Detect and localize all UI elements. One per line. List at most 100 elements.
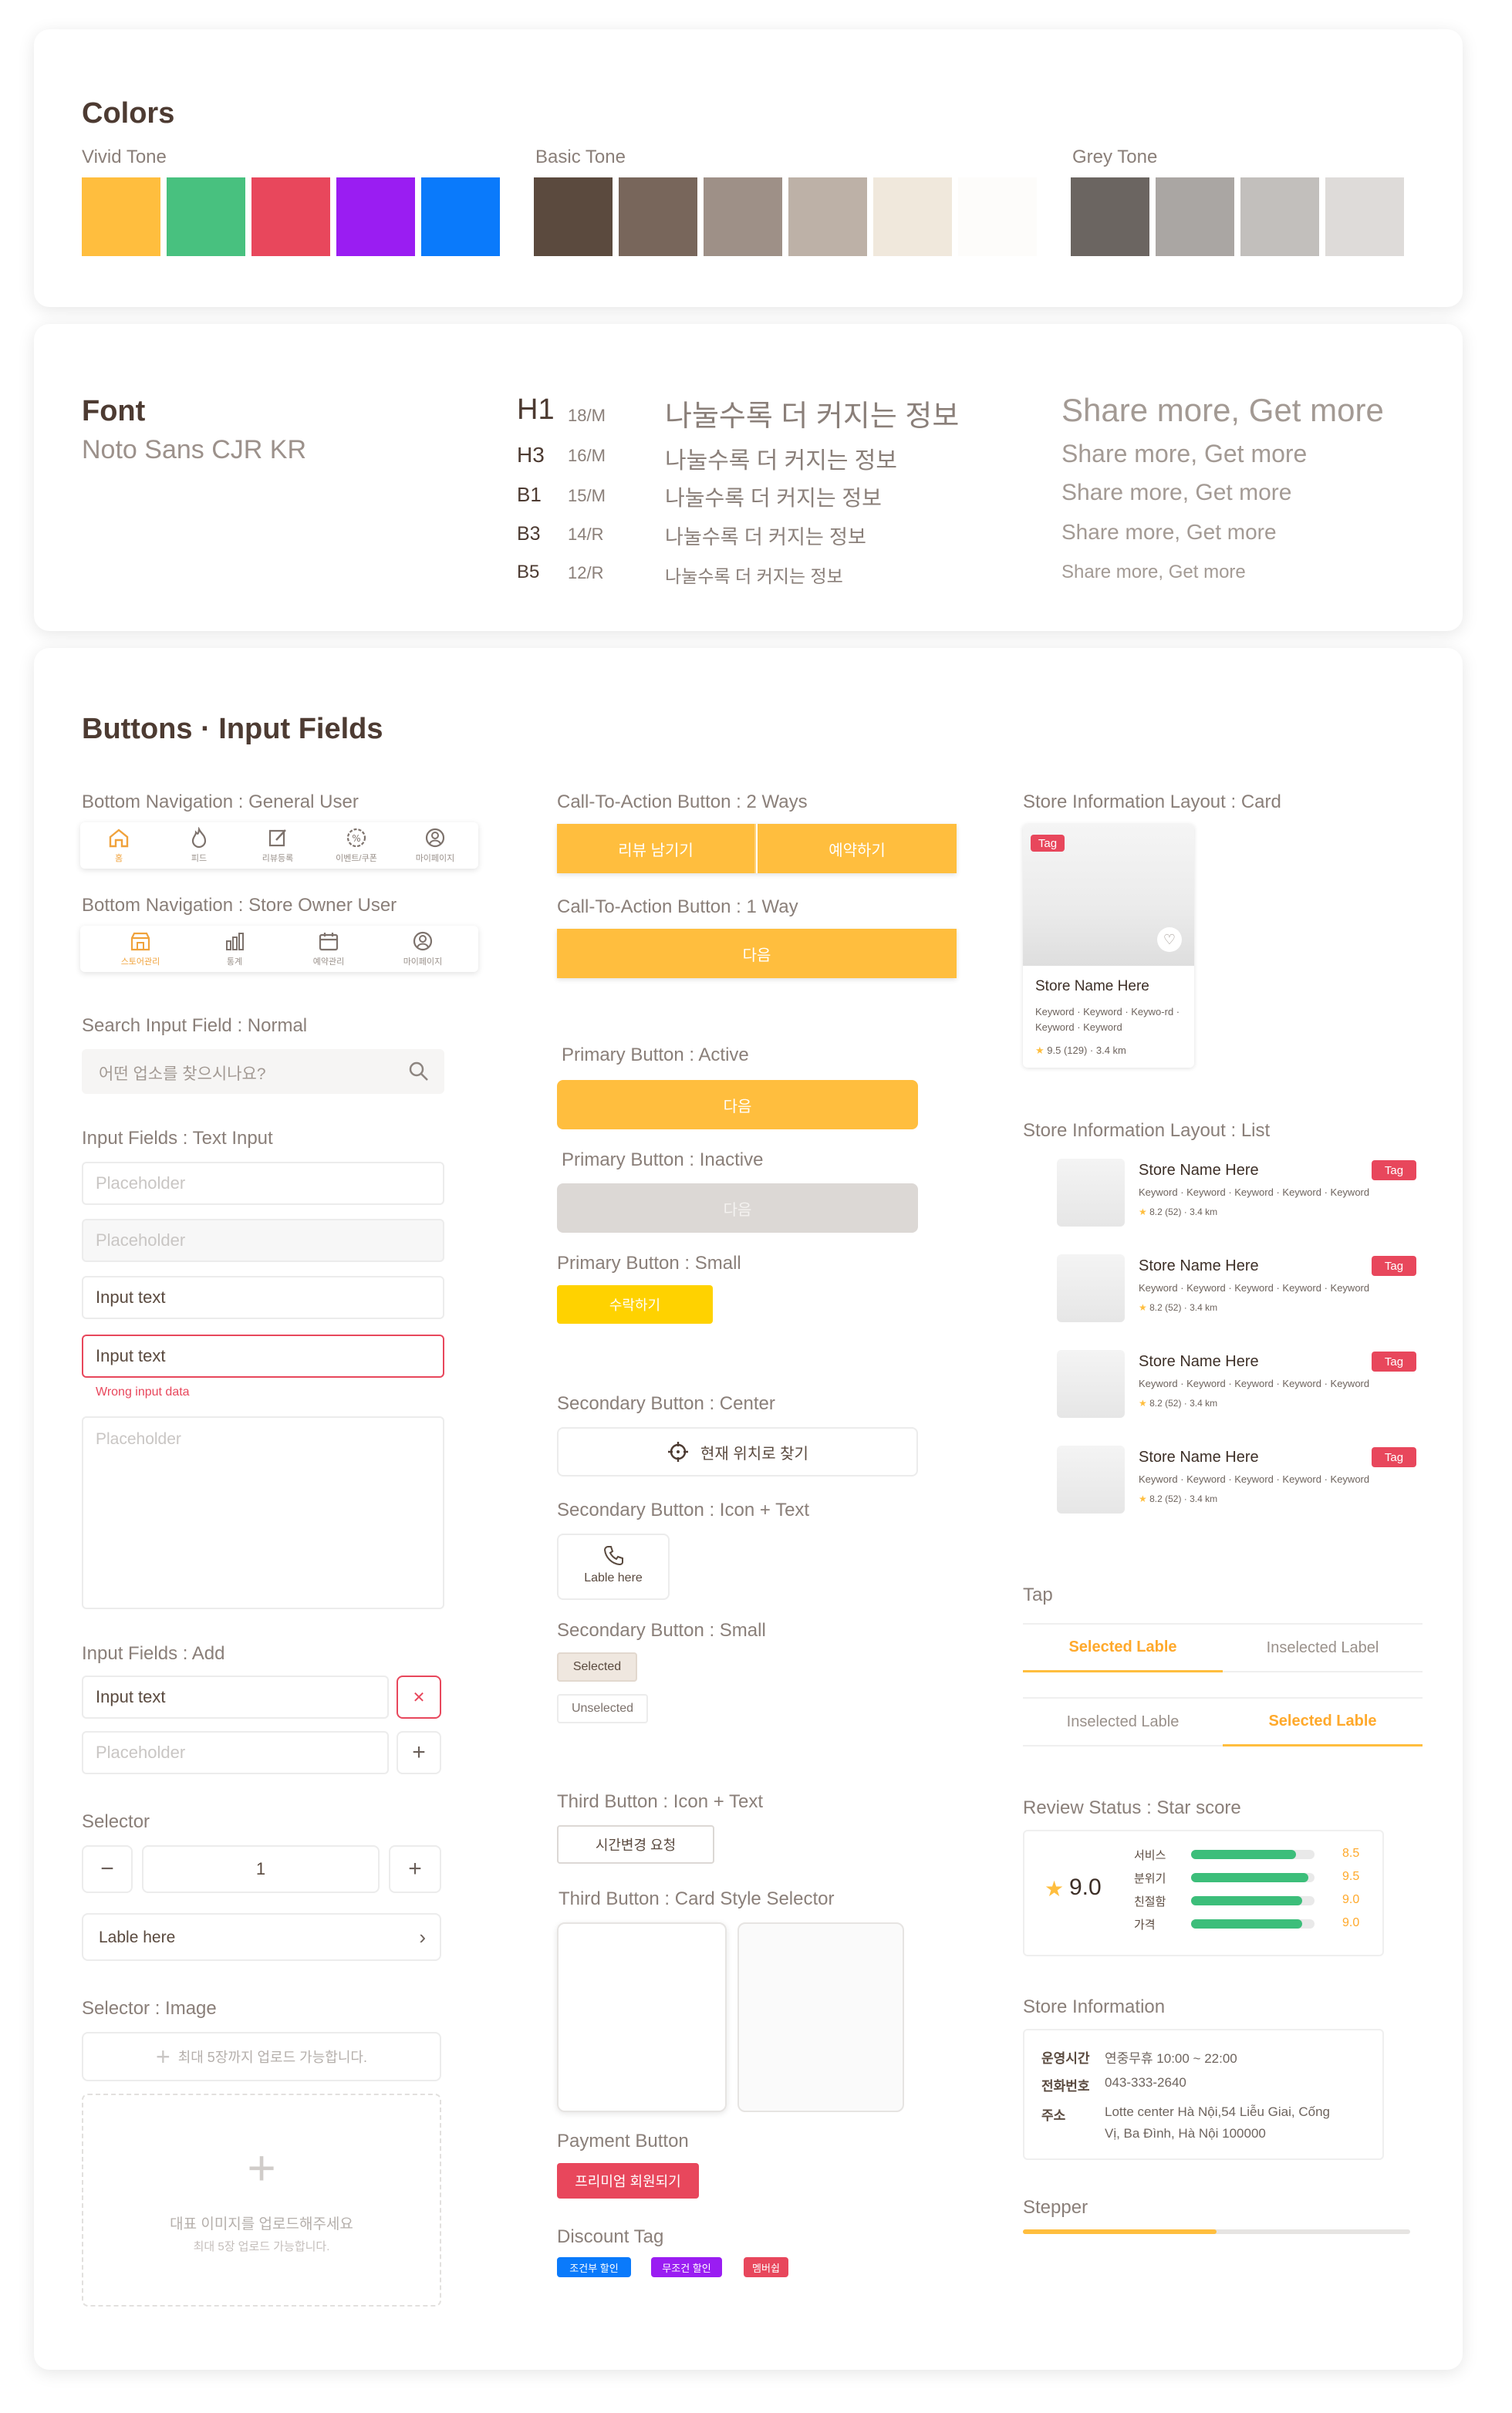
next-cta-button[interactable]: 다음 xyxy=(557,929,957,978)
primary-active-button[interactable]: 다음 xyxy=(557,1080,918,1129)
tag-badge: Tag xyxy=(1372,1256,1416,1276)
text-input-placeholder[interactable]: Placeholder xyxy=(82,1162,444,1205)
nav-item-home[interactable]: 홈 xyxy=(80,827,157,864)
text-input-error[interactable]: Input text xyxy=(82,1335,444,1378)
image-upload-main-text: 대표 이미지를 업로드해주세요 xyxy=(170,2216,353,2232)
user-icon xyxy=(413,931,433,951)
chevron-right-icon: › xyxy=(419,1925,426,1949)
store-list-item[interactable]: Store Name Here Tag Keyword · Keyword · Ke… xyxy=(1057,1348,1419,1419)
primary-inactive-button[interactable]: 다음 xyxy=(557,1183,918,1233)
review-score: 9.0 xyxy=(1069,1875,1102,1900)
store-keywords: Keyword · Keyword · Keywo-rd · Keyword ·… xyxy=(1035,1006,1180,1033)
store-name: Store Name Here xyxy=(1139,1353,1259,1370)
color-swatch-vivid xyxy=(82,177,160,256)
tag-badge: Tag xyxy=(1372,1352,1416,1372)
reserve-button[interactable]: 예약하기 xyxy=(758,824,957,873)
search-input[interactable]: 어떤 업소를 찾으시나요? xyxy=(82,1049,444,1094)
review-status-box: ★ 9.0 서비스 8.5 분위기 9.5 친절함 9.0 가격 9.0 xyxy=(1023,1830,1384,1956)
calendar-icon xyxy=(319,933,339,951)
color-swatch-grey xyxy=(1156,177,1234,256)
color-swatch-grey xyxy=(1325,177,1404,256)
selector-row[interactable]: Lable here › xyxy=(82,1913,441,1961)
store-list-item[interactable]: Store Name Here Tag Keyword · Keyword · Ke… xyxy=(1057,1444,1419,1515)
text-input-disabled[interactable]: Placeholder xyxy=(82,1219,444,1262)
nav-item-review[interactable]: 리뷰등록 xyxy=(239,827,316,864)
add-input-placeholder[interactable]: Placeholder xyxy=(82,1731,389,1774)
decrement-button[interactable]: − xyxy=(82,1845,133,1893)
nav-item-mypage[interactable]: 마이페이지 xyxy=(397,827,474,864)
add-label: Input Fields : Add xyxy=(82,1643,225,1664)
store-list-item[interactable]: Store Name Here Tag Keyword · Keyword · Ke… xyxy=(1057,1157,1419,1228)
cta1-label: Call-To-Action Button : 1 Way xyxy=(557,896,798,917)
basic-tone-label: Basic Tone xyxy=(535,147,626,167)
nav-item-feed[interactable]: 피드 xyxy=(160,827,238,864)
primary-active-label: Primary Button : Active xyxy=(562,1045,749,1065)
colors-card: Colors Vivid Tone Basic Tone Grey Tone xyxy=(34,29,1463,307)
color-swatch-vivid xyxy=(421,177,500,256)
font-spec: 14/R xyxy=(568,525,604,544)
nav-item-mypage-owner[interactable]: 마이페이지 xyxy=(384,930,461,967)
selected-chip[interactable]: Selected xyxy=(557,1652,637,1682)
call-icon-button[interactable]: Lable here xyxy=(557,1534,670,1600)
image-upload-large[interactable]: + 대표 이미지를 업로드해주세요 최대 5장 업로드 가능합니다. xyxy=(82,2094,441,2307)
search-icon[interactable] xyxy=(407,1060,430,1083)
textarea-input[interactable]: Placeholder xyxy=(82,1416,444,1609)
font-sample-ko: 나눌수록 더 커지는 정보 xyxy=(665,400,960,433)
store-rating-text: 8.2 (52) · 3.4 km xyxy=(1149,1206,1218,1217)
nav-item-event[interactable]: % 이벤트/쿠폰 xyxy=(318,827,395,864)
discount-tag: 조건부 할인 xyxy=(557,2257,631,2277)
store-card[interactable]: Tag ♡ Store Name Here Keyword · Keyword … xyxy=(1023,824,1194,1068)
tab-unselected[interactable]: Inselected Lable xyxy=(1023,1699,1223,1746)
nav-label: 예약관리 xyxy=(312,957,345,967)
selector-label: Selector xyxy=(82,1811,150,1832)
home-icon xyxy=(109,829,129,848)
minus-icon: − xyxy=(100,1856,114,1881)
store-icon xyxy=(130,932,150,951)
color-swatch-basic xyxy=(788,177,867,256)
hours-value: 연중무휴 10:00 ~ 22:00 xyxy=(1105,2051,1237,2066)
accept-small-button[interactable]: 수락하기 xyxy=(557,1285,713,1324)
tab-unselected[interactable]: Inselected Label xyxy=(1223,1625,1423,1672)
tab-selected[interactable]: Selected Lable xyxy=(1223,1699,1423,1746)
color-swatch-vivid xyxy=(167,177,245,256)
heart-icon[interactable]: ♡ xyxy=(1157,927,1182,952)
add-button[interactable]: + xyxy=(397,1731,441,1774)
time-change-button[interactable]: 시간변경 요청 xyxy=(557,1825,714,1864)
write-review-button[interactable]: 리뷰 남기기 xyxy=(557,824,756,873)
font-spec: 12/R xyxy=(568,563,604,582)
edit-icon xyxy=(268,829,286,847)
cta2-label: Call-To-Action Button : 2 Ways xyxy=(557,791,808,812)
store-rating-text: 9.5 (129) · 3.4 km xyxy=(1047,1045,1126,1056)
star-icon: ★ xyxy=(1045,1877,1065,1901)
store-thumbnail xyxy=(1057,1446,1125,1514)
current-location-button[interactable]: 현재 위치로 찾기 xyxy=(557,1427,918,1476)
nav-item-store[interactable]: 스토어관리 xyxy=(102,930,179,967)
review-bar-fill xyxy=(1191,1896,1302,1905)
add-input-filled[interactable]: Input text xyxy=(82,1676,389,1719)
primary-inactive-label: Primary Button : Inactive xyxy=(562,1149,764,1170)
quantity-value[interactable]: 1 xyxy=(142,1845,380,1893)
font-code: B1 xyxy=(517,483,542,506)
crosshair-icon xyxy=(668,1442,689,1462)
tab-selected[interactable]: Selected Lable xyxy=(1023,1625,1223,1672)
store-list-item[interactable]: Store Name Here Tag Keyword · Keyword · Ke… xyxy=(1057,1253,1419,1324)
tab-bar-1: Selected Lable Inselected Label xyxy=(1023,1623,1423,1672)
nav-item-reservation[interactable]: 예약관리 xyxy=(290,930,367,967)
tap-label: Tap xyxy=(1023,1584,1053,1605)
tag-badge: Tag xyxy=(1372,1447,1416,1467)
nav-item-stats[interactable]: 통계 xyxy=(196,930,273,967)
premium-button[interactable]: 프리미엄 회원되기 xyxy=(557,2163,699,2199)
increment-button[interactable]: + xyxy=(389,1845,441,1893)
remove-button[interactable]: ✕ xyxy=(397,1676,441,1719)
third-card-label: Third Button : Card Style Selector xyxy=(559,1888,835,1909)
font-sample-ko: 나눌수록 더 커지는 정보 xyxy=(665,448,898,474)
color-swatch-basic xyxy=(704,177,782,256)
card-selector-1[interactable] xyxy=(557,1922,727,2112)
image-upload-small[interactable]: + 최대 5장까지 업로드 가능합니다. xyxy=(82,2032,441,2081)
text-input-filled[interactable]: Input text xyxy=(82,1276,444,1319)
address-line-1: Lotte center Hà Nội,54 Liễu Giai, Cống xyxy=(1105,2104,1331,2119)
card-selector-2[interactable] xyxy=(737,1922,904,2112)
unselected-chip[interactable]: Unselected xyxy=(557,1694,648,1723)
color-swatch-vivid xyxy=(336,177,415,256)
font-sample-en: Share more, Get more xyxy=(1061,520,1277,544)
